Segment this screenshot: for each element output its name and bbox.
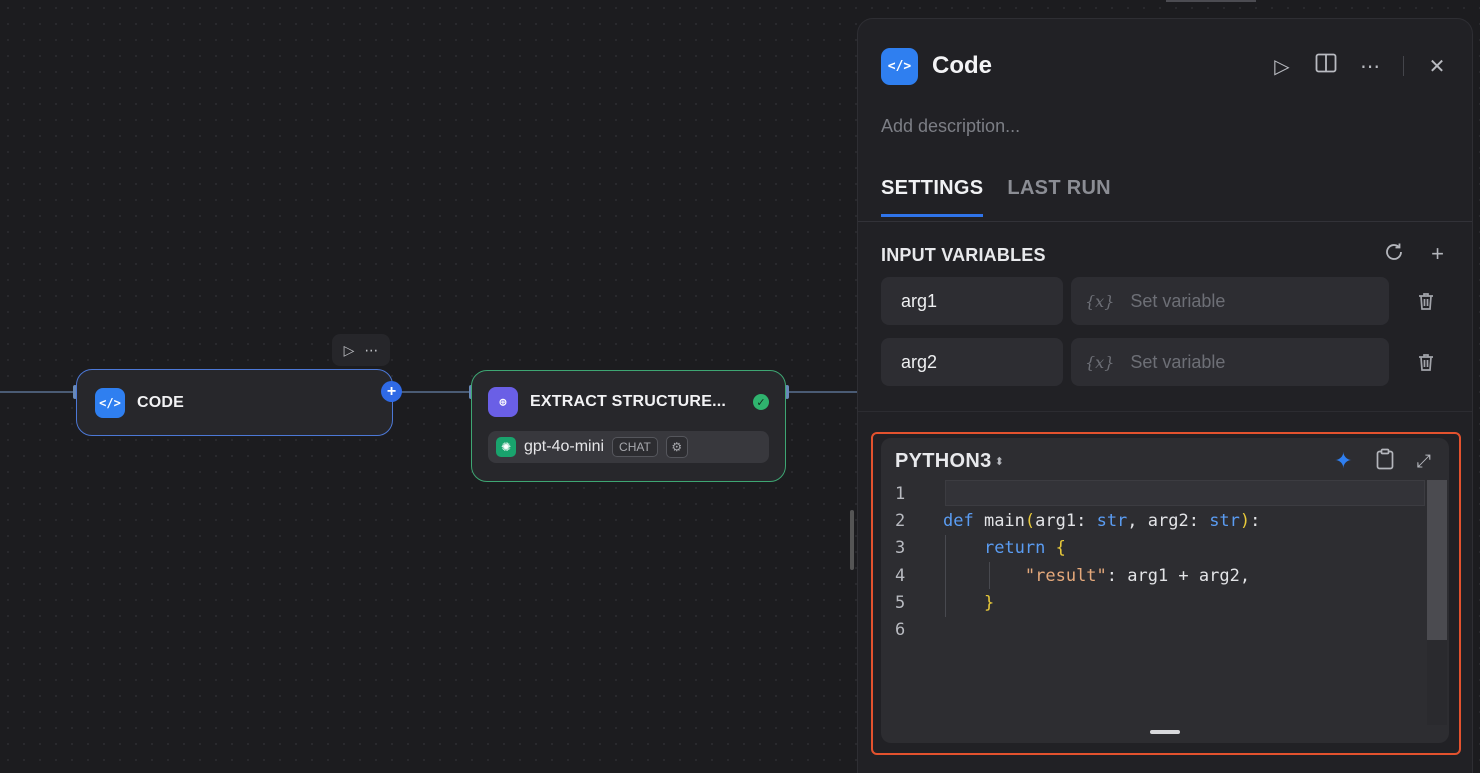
code-line: 4 "result": arg1 + arg2, [881,562,1449,589]
node-toolbar: ▷ ⋯ [332,334,390,366]
section-title: INPUT VARIABLES [881,244,1046,265]
variable-name-input[interactable]: arg1 [881,277,1063,325]
trash-icon[interactable] [1415,290,1437,312]
input-variables-header: INPUT VARIABLES + [881,241,1444,269]
panel-title: Code [932,52,992,79]
divider [1403,56,1404,76]
sync-icon[interactable] [1383,241,1405,269]
openai-logo-icon: ✺ [496,437,516,457]
variable-row: arg2 {x} Set variable [881,338,1437,386]
success-check-icon: ✓ [753,394,769,410]
edge-incoming [0,391,76,393]
variable-row: arg1 {x} Set variable [881,277,1437,325]
add-variable-icon[interactable]: + [1431,241,1444,269]
panel-header: </> Code ▷ ⋯ ✕ [881,47,1448,85]
code-editor[interactable]: PYTHON3 ⬍ ✦ ⤢ 1 2 def main(arg1: str, ar… [881,438,1449,743]
model-settings-icon: ⚙ [665,436,688,458]
top-indicator [1166,0,1256,2]
extract-node[interactable]: ⊕ EXTRACT STRUCTURE... ✓ ✺ gpt-4o-mini C… [471,370,786,482]
edge-outgoing [786,391,860,393]
code-line: 6 [881,616,1449,643]
line-number: 1 [895,483,906,504]
expand-icon[interactable]: ⤢ [1417,451,1431,472]
variable-placeholder: Set variable [1130,351,1226,372]
ellipsis-icon[interactable]: ⋯ [364,342,378,359]
node-title: EXTRACT STRUCTURE... [530,393,726,410]
close-icon[interactable]: ✕ [1426,54,1448,79]
run-icon[interactable]: ▷ [1271,54,1293,79]
editor-header: PYTHON3 ⬍ ✦ ⤢ [895,448,1431,474]
more-options-icon[interactable]: ⋯ [1359,54,1381,79]
variable-name-input[interactable]: arg2 [881,338,1063,386]
node-title: CODE [137,393,185,411]
variable-value-selector[interactable]: {x} Set variable [1071,338,1389,386]
tab-settings[interactable]: SETTINGS [881,177,984,217]
line-number: 2 [895,510,906,531]
section-divider [858,411,1472,412]
variable-icon: {x} [1085,291,1115,311]
extract-icon: ⊕ [488,387,518,417]
code-line: 1 [881,480,1449,507]
panel-resize-handle[interactable] [850,510,854,570]
language-selector[interactable]: PYTHON3 [895,450,992,473]
model-name: gpt-4o-mini [524,438,605,455]
line-number: 3 [895,538,906,559]
code-line: 5 } [881,589,1449,616]
description-input[interactable]: Add description... [881,116,1020,137]
model-mode-badge: CHAT [612,437,658,457]
variable-placeholder: Set variable [1130,290,1226,311]
workflow-canvas[interactable]: ▷ ⋯ </> CODE + ⊕ EXTRACT STRUCTURE... ✓ … [0,0,860,773]
tab-last-run[interactable]: LAST RUN [1007,177,1111,217]
variable-value-selector[interactable]: {x} Set variable [1071,277,1389,325]
code-content[interactable]: 1 2 def main(arg1: str, arg2: str): 3 re… [881,480,1449,743]
add-node-button[interactable]: + [381,381,402,402]
code-line: 3 return { [881,535,1449,562]
play-icon[interactable]: ▷ [344,342,355,359]
line-number: 6 [895,620,906,641]
edge-code-to-extract [400,391,472,393]
code-node[interactable]: </> CODE [76,369,393,436]
tabs-divider [858,221,1472,222]
variable-icon: {x} [1085,352,1115,372]
clipboard-icon[interactable] [1375,448,1395,475]
line-number: 4 [895,565,906,586]
panel-tabs: SETTINGS LAST RUN [881,177,1111,217]
model-selector[interactable]: ✺ gpt-4o-mini CHAT ⚙ [488,431,769,463]
code-icon: </> [881,47,918,85]
split-view-icon[interactable] [1315,53,1337,79]
code-icon: </> [95,387,125,418]
chevron-up-down-icon[interactable]: ⬍ [995,455,1004,468]
trash-icon[interactable] [1415,351,1437,373]
editor-resize-handle[interactable] [1150,730,1180,734]
sparkle-icon[interactable]: ✦ [1334,448,1352,474]
line-number: 5 [895,592,906,613]
code-line: 2 def main(arg1: str, arg2: str): [881,507,1449,534]
